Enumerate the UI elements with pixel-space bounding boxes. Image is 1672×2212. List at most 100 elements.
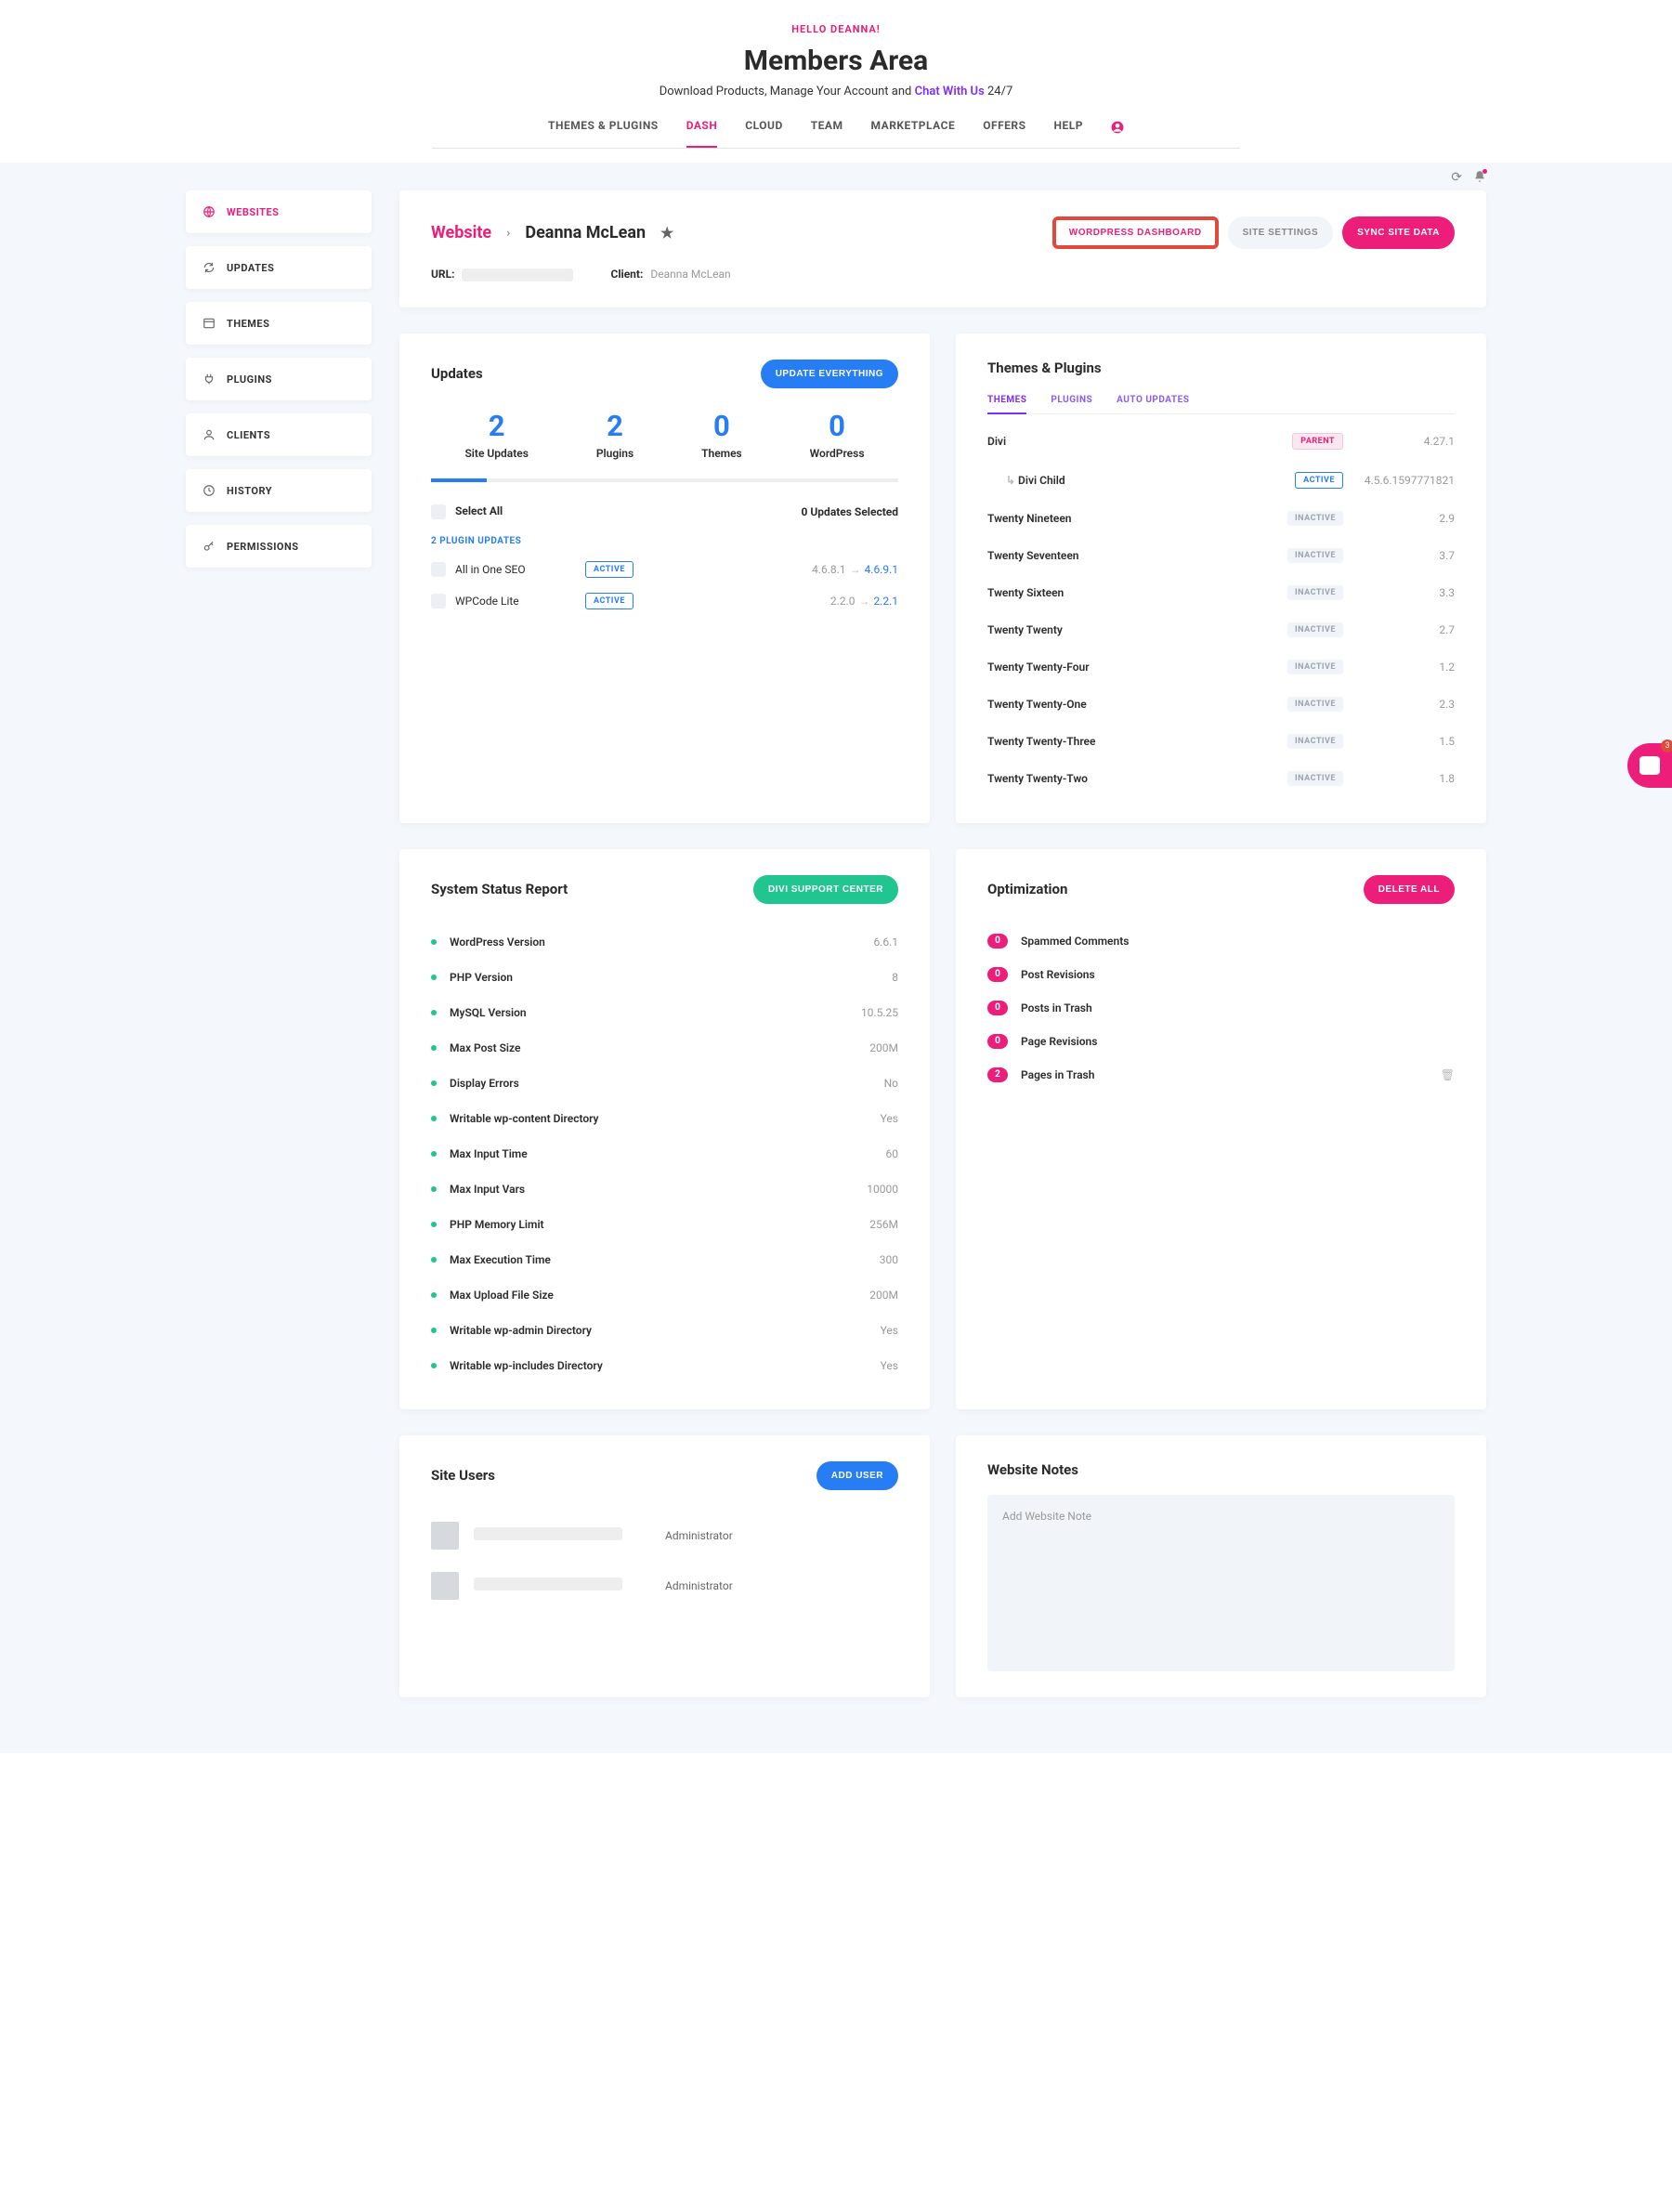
plugin-checkbox[interactable] xyxy=(431,562,446,577)
themes-plugins-title: Themes & Plugins xyxy=(987,360,1455,376)
update-everything-button[interactable]: UPDATE EVERYTHING xyxy=(761,360,898,388)
theme-version: 1.5 xyxy=(1343,735,1455,748)
url-label: URL: xyxy=(431,268,454,281)
sidebar-item-label: PLUGINS xyxy=(227,373,272,386)
window-icon xyxy=(202,317,216,330)
refresh-icon[interactable]: ⟳ xyxy=(1451,170,1462,187)
active-tag: ACTIVE xyxy=(585,593,634,609)
divi-support-center-button[interactable]: DIVI SUPPORT CENTER xyxy=(753,875,898,904)
sidebar-item-label: CLIENTS xyxy=(227,429,270,441)
status-row: Max Post Size200M xyxy=(431,1030,898,1066)
nav-marketplace[interactable]: MARKETPLACE xyxy=(871,119,956,138)
breadcrumb: Website › Deanna McLean ★ xyxy=(431,223,673,242)
status-value: 200M xyxy=(869,1289,898,1302)
plugin-version: 4.6.8.1→4.6.9.1 xyxy=(812,563,898,576)
site-name: Deanna McLean xyxy=(525,223,646,242)
wordpress-dashboard-button[interactable]: WORDPRESS DASHBOARD xyxy=(1052,216,1219,249)
status-row: Writable wp-includes DirectoryYes xyxy=(431,1348,898,1383)
theme-version: 1.2 xyxy=(1343,661,1455,674)
optimization-row: 0Post Revisions xyxy=(987,958,1455,991)
status-value: 300 xyxy=(880,1253,898,1266)
optimization-row: 0Page Revisions xyxy=(987,1025,1455,1058)
plugin-checkbox[interactable] xyxy=(431,594,446,609)
star-icon[interactable]: ★ xyxy=(660,224,673,242)
clock-icon xyxy=(202,484,216,497)
sidebar-item-label: PERMISSIONS xyxy=(227,541,299,553)
stat-themes[interactable]: 0Themes xyxy=(701,409,742,460)
nav-themes-plugins[interactable]: THEMES & PLUGINS xyxy=(548,119,659,138)
theme-row: Twenty TwentyINACTIVE2.7 xyxy=(987,611,1455,648)
theme-row: Twenty NineteenINACTIVE2.9 xyxy=(987,500,1455,537)
tab-auto-updates[interactable]: AUTO UPDATES xyxy=(1117,395,1189,413)
sidebar-item-permissions[interactable]: PERMISSIONS xyxy=(186,525,372,568)
status-name: Max Post Size xyxy=(450,1041,869,1054)
theme-version: 1.8 xyxy=(1343,772,1455,785)
nav-team[interactable]: TEAM xyxy=(811,119,843,138)
optimization-title: Optimization xyxy=(987,881,1067,897)
stat-wordpress[interactable]: 0WordPress xyxy=(810,409,865,460)
sidebar-item-themes[interactable]: THEMES xyxy=(186,302,372,345)
status-name: MySQL Version xyxy=(450,1006,861,1019)
theme-status-tag: INACTIVE xyxy=(1287,622,1343,637)
sidebar-item-label: THEMES xyxy=(227,318,269,330)
sidebar-item-history[interactable]: HISTORY xyxy=(186,469,372,512)
select-all-checkbox[interactable] xyxy=(431,504,446,519)
theme-status-tag: INACTIVE xyxy=(1287,585,1343,600)
delete-all-button[interactable]: DELETE ALL xyxy=(1364,875,1455,904)
nav-help[interactable]: HELP xyxy=(1054,119,1083,138)
updates-progress-bar xyxy=(431,478,898,482)
tab-plugins[interactable]: PLUGINS xyxy=(1051,395,1092,413)
website-note-input[interactable]: Add Website Note xyxy=(987,1495,1455,1671)
plugin-update-row: WPCode LiteACTIVE2.2.0→2.2.1 xyxy=(431,593,898,609)
intercom-launcher[interactable]: 3 xyxy=(1627,743,1672,788)
status-name: Max Execution Time xyxy=(450,1253,880,1266)
stat-site-updates[interactable]: 2Site Updates xyxy=(464,409,528,460)
user-icon[interactable] xyxy=(1111,119,1124,138)
system-status-card: System Status Report DIVI SUPPORT CENTER… xyxy=(399,849,930,1409)
page-subtitle: Download Products, Manage Your Account a… xyxy=(0,85,1672,98)
site-settings-button[interactable]: SITE SETTINGS xyxy=(1228,216,1334,249)
breadcrumb-root[interactable]: Website xyxy=(431,223,491,242)
plugin-updates-heading: 2 PLUGIN UPDATES xyxy=(431,536,898,546)
globe-icon xyxy=(202,205,216,218)
sync-site-data-button[interactable]: SYNC SITE DATA xyxy=(1342,216,1455,249)
sidebar-item-label: WEBSITES xyxy=(227,206,279,218)
trash-icon[interactable]: 🗑 xyxy=(1441,1068,1455,1081)
optimization-name: Post Revisions xyxy=(1021,968,1455,981)
tab-themes[interactable]: THEMES xyxy=(987,395,1026,414)
theme-name: Divi xyxy=(987,435,1292,448)
nav-offers[interactable]: OFFERS xyxy=(983,119,1025,138)
status-value: 10.5.25 xyxy=(861,1006,898,1019)
updates-title: Updates xyxy=(431,365,483,382)
sidebar-item-updates[interactable]: UPDATES xyxy=(186,246,372,289)
theme-status-tag: PARENT xyxy=(1292,433,1343,450)
theme-name: Twenty Twenty xyxy=(987,623,1287,636)
active-tag: ACTIVE xyxy=(585,561,634,578)
sidebar-item-clients[interactable]: CLIENTS xyxy=(186,413,372,456)
chat-link[interactable]: Chat With Us xyxy=(915,85,985,98)
optimization-card: Optimization DELETE ALL 0Spammed Comment… xyxy=(956,849,1486,1409)
status-row: Display ErrorsNo xyxy=(431,1066,898,1101)
stat-plugins[interactable]: 2Plugins xyxy=(596,409,634,460)
theme-name: Twenty Seventeen xyxy=(987,549,1287,562)
optimization-row: 0Spammed Comments xyxy=(987,924,1455,958)
themes-plugins-card: Themes & Plugins THEMES PLUGINS AUTO UPDAT… xyxy=(956,334,1486,823)
nav-cloud[interactable]: CLOUD xyxy=(745,119,782,138)
status-row: Max Upload File Size200M xyxy=(431,1277,898,1313)
sidebar-item-websites[interactable]: WEBSITES xyxy=(186,190,372,233)
bell-icon[interactable] xyxy=(1473,170,1486,187)
nav-dash[interactable]: DASH xyxy=(686,119,718,148)
plugin-name: All in One SEO xyxy=(455,563,585,576)
updates-card: Updates UPDATE EVERYTHING 2Site Updates 2… xyxy=(399,334,930,823)
stat-number: 0 xyxy=(810,409,865,443)
add-user-button[interactable]: ADD USER xyxy=(816,1461,898,1490)
updates-selected-count: 0 Updates Selected xyxy=(802,505,898,518)
select-all-label: Select All xyxy=(455,504,503,517)
plugin-name: WPCode Lite xyxy=(455,595,585,608)
theme-version: 2.3 xyxy=(1343,698,1455,711)
theme-status-tag: INACTIVE xyxy=(1287,734,1343,749)
status-value: Yes xyxy=(881,1112,898,1125)
sidebar-item-plugins[interactable]: PLUGINS xyxy=(186,358,372,400)
optimization-name: Page Revisions xyxy=(1021,1035,1455,1048)
optimization-row: 0Posts in Trash xyxy=(987,991,1455,1025)
